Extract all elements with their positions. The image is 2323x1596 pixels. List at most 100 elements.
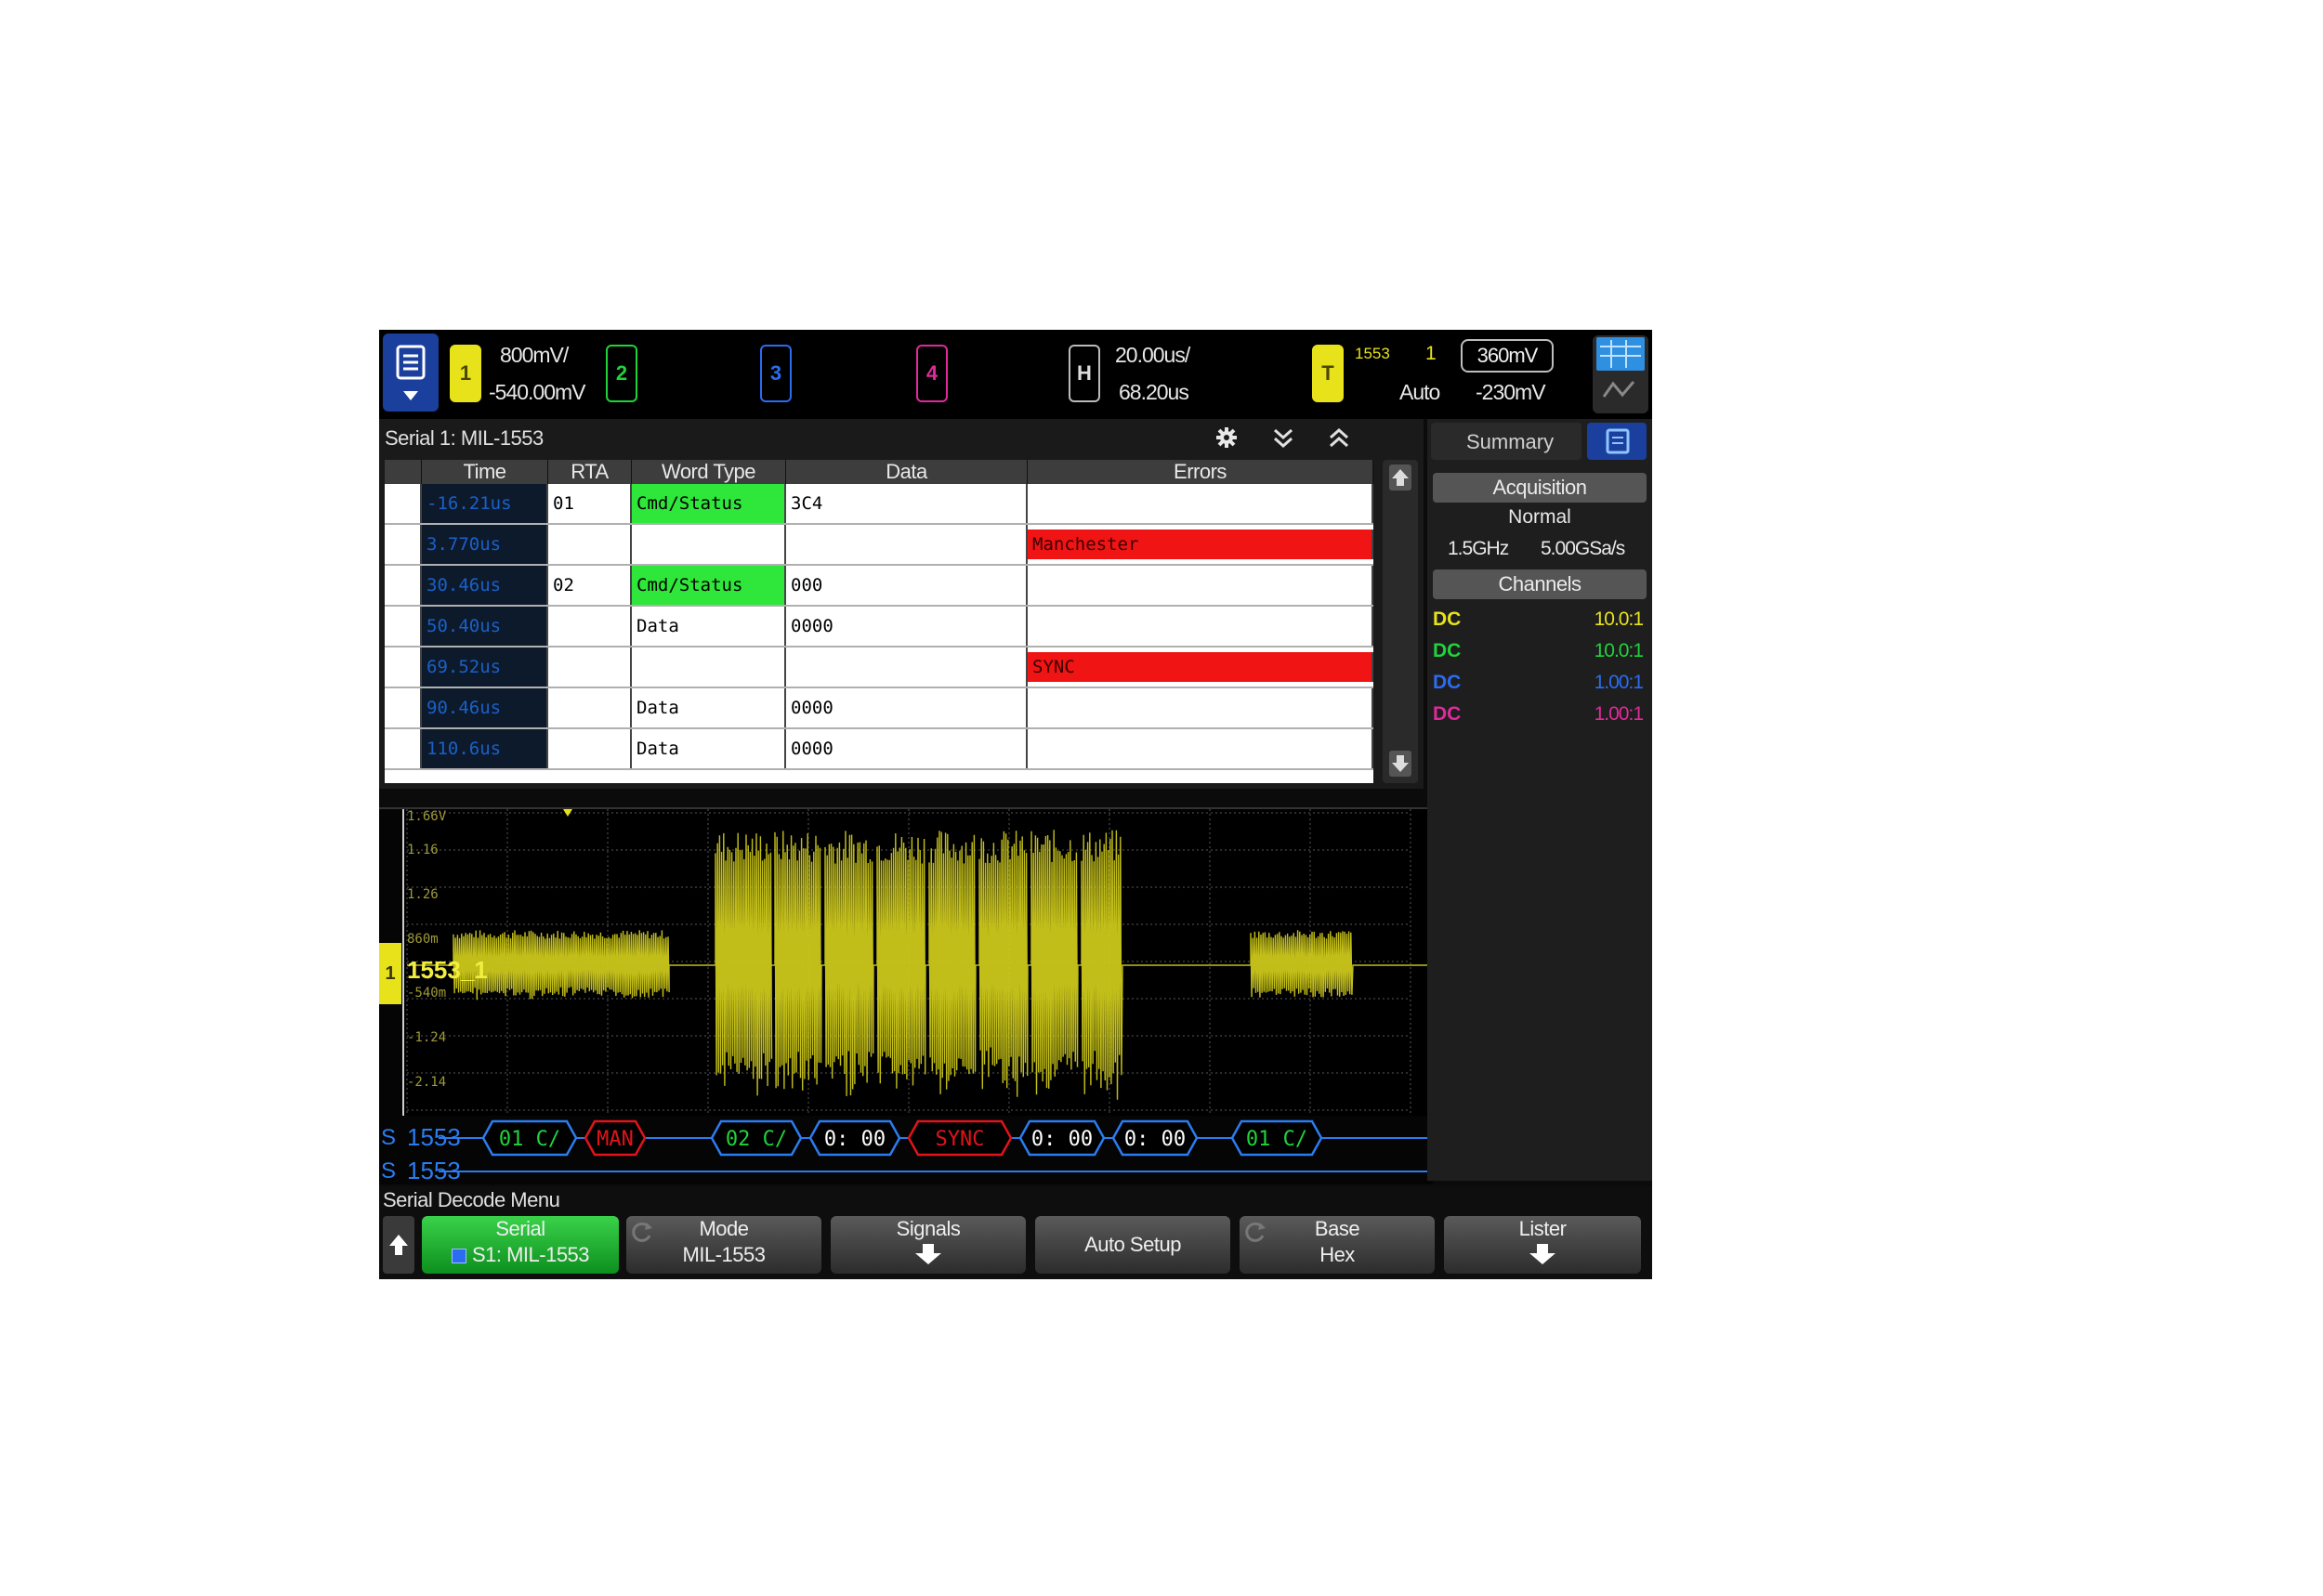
column-header-data[interactable]: Data [786, 460, 1028, 484]
decode-row-1-label: 1553 [407, 1123, 461, 1151]
row-selector[interactable] [385, 729, 422, 768]
chevron-double-up-icon[interactable] [1327, 426, 1351, 451]
channel-4-button[interactable]: 4 [916, 345, 948, 402]
lister-softkey-label: Lister [1518, 1217, 1567, 1240]
menu-title: Serial Decode Menu [383, 1188, 560, 1211]
axis-label-860m: 860m [407, 932, 439, 947]
cell-errors: SYNC [1028, 652, 1373, 682]
cell-data: 0000 [786, 688, 1028, 727]
trigger-level-2: -230mV [1476, 380, 1546, 404]
rotate-knob-icon [632, 1222, 652, 1242]
channel-3-button[interactable]: 3 [760, 345, 792, 402]
axis-label-0: 1.66V [407, 809, 447, 824]
cell-errors [1028, 607, 1373, 646]
row-selector[interactable] [385, 607, 422, 646]
cell-data: 3C4 [786, 484, 1028, 523]
axis-label-5: -1.24 [407, 1030, 447, 1045]
gear-icon[interactable] [1215, 426, 1238, 449]
table-row[interactable]: 30.46us 02 Cmd/Status 000 [385, 566, 1373, 607]
table-row[interactable]: 110.6us Data 0000 [385, 729, 1373, 770]
chevron-double-down-icon[interactable] [1271, 426, 1295, 451]
column-header-rta[interactable]: RTA [548, 460, 632, 484]
panel-icon [1606, 428, 1630, 454]
row-selector[interactable] [385, 484, 422, 523]
summary-tab[interactable]: Summary [1431, 423, 1581, 460]
main-menu-button[interactable] [383, 334, 439, 412]
axis-label-6: -2.14 [407, 1075, 447, 1090]
axis-label-2: 1.26 [407, 887, 439, 902]
acquisition-mode: Normal [1508, 506, 1571, 528]
table-row[interactable]: 90.46us Data 0000 [385, 688, 1373, 729]
summary-panel-button[interactable] [1587, 423, 1647, 460]
channel-2-button[interactable]: 2 [606, 345, 637, 402]
scroll-up-icon[interactable] [1388, 464, 1412, 491]
decode-packet-label: 0: 00 [824, 1128, 886, 1151]
row-selector[interactable] [385, 648, 422, 687]
cell-word-type: Data [632, 729, 786, 768]
cell-word-type: Cmd/Status [632, 566, 786, 605]
row-selector[interactable] [385, 525, 422, 564]
trigger-source: 1553 [1355, 345, 1390, 362]
mode-softkey-label: Mode [699, 1217, 749, 1240]
scroll-down-icon[interactable] [1388, 750, 1412, 778]
top-status-bar: 1 800mV/ -540.00mV 2 3 4 H 20.00us/ 68.2… [379, 330, 1652, 419]
row-selector[interactable] [385, 566, 422, 605]
trigger-button[interactable]: T [1312, 345, 1344, 402]
sample-rate: 5.00GSa/s [1541, 538, 1625, 559]
channel-1-coupling: DC [1433, 608, 1462, 630]
column-header-time[interactable]: Time [422, 460, 548, 484]
column-header-select [385, 460, 422, 484]
table-row[interactable]: 3.770us Manchester [385, 525, 1373, 566]
cell-word-type: Cmd/Status [632, 484, 786, 523]
cell-rta [548, 607, 632, 646]
horizontal-button[interactable]: H [1069, 345, 1100, 402]
serial-lister-panel: Serial 1: MIL-1553 Time RTA Word Type Da… [379, 419, 1424, 789]
serial-softkey-label: Serial [495, 1217, 545, 1240]
cell-data: 0000 [786, 607, 1028, 646]
cell-time: 90.46us [422, 688, 548, 727]
mode-softkey[interactable]: Mode MIL-1553 [626, 1216, 821, 1274]
base-softkey-value: Hex [1319, 1243, 1355, 1266]
menu-back-button[interactable] [383, 1216, 414, 1274]
auto-setup-softkey[interactable]: Auto Setup [1035, 1216, 1230, 1274]
arrow-down-icon [915, 1244, 941, 1264]
channel-1-button[interactable]: 1 [450, 345, 481, 402]
channel-1-scale: 800mV/ [500, 343, 569, 367]
cell-data [786, 525, 1028, 564]
signals-softkey[interactable]: Signals [831, 1216, 1026, 1274]
channel-2-coupling: DC [1433, 640, 1462, 661]
table-row[interactable]: 69.52us SYNC [385, 648, 1373, 688]
waveform-graticule: 01 C/MAN 02 C/0: 00 SYNC 0: 00 0: 00 01 C/ [402, 809, 1433, 1172]
timebase-value: 20.00us/ [1115, 343, 1190, 367]
cell-time: 110.6us [422, 729, 548, 768]
channel-3-probe: 1.00:1 [1594, 672, 1644, 693]
signals-softkey-label: Signals [896, 1217, 961, 1240]
waveform-display[interactable]: 01 C/MAN 02 C/0: 00 SYNC 0: 00 0: 00 01 C/ 1.… [379, 807, 1433, 1184]
mode-softkey-value: MIL-1553 [682, 1243, 766, 1266]
cell-data [786, 648, 1028, 687]
cell-word-type [632, 648, 786, 687]
cell-data: 0000 [786, 729, 1028, 768]
cell-rta: 01 [548, 484, 632, 523]
cell-word-type: Data [632, 607, 786, 646]
column-header-errors[interactable]: Errors [1028, 460, 1373, 484]
oscilloscope-screen: 1 800mV/ -540.00mV 2 3 4 H 20.00us/ 68.2… [379, 330, 1652, 1279]
bandwidth: 1.5GHz [1448, 538, 1509, 559]
cell-rta [548, 525, 632, 564]
channels-header: Channels [1433, 569, 1647, 599]
base-softkey[interactable]: Base Hex [1240, 1216, 1435, 1274]
menu-icon [396, 345, 426, 400]
cell-time: 3.770us [422, 525, 548, 564]
table-scrollbar[interactable] [1383, 460, 1418, 783]
serial-softkey[interactable]: Serial S1: MIL-1553 [422, 1216, 619, 1274]
table-row[interactable]: 50.40us Data 0000 [385, 607, 1373, 648]
display-button[interactable] [1593, 335, 1648, 413]
lister-softkey[interactable]: Lister [1444, 1216, 1641, 1274]
cell-rta [548, 648, 632, 687]
trigger-level-box[interactable]: 360mV [1461, 339, 1554, 373]
channel-1-ground-marker[interactable]: 1 [379, 943, 401, 1004]
table-row[interactable]: -16.21us 01 Cmd/Status 3C4 [385, 484, 1373, 525]
column-header-word-type[interactable]: Word Type [632, 460, 786, 484]
decode-packet-label: 02 C/ [726, 1128, 787, 1151]
row-selector[interactable] [385, 688, 422, 727]
